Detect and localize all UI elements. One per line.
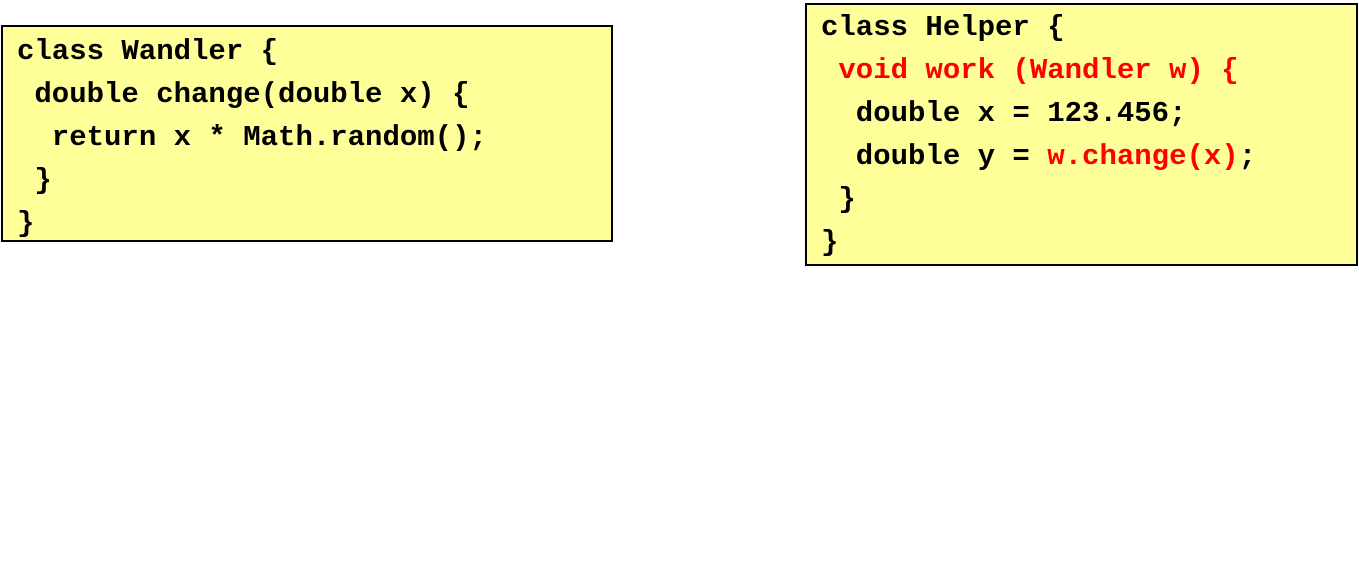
helper-class-declaration: class Helper {	[821, 11, 1065, 44]
helper-method-closing-brace: }	[821, 183, 856, 216]
wandler-class-closing-brace: }	[17, 207, 35, 240]
wandler-change-method-signature: double change(double x) {	[17, 78, 470, 111]
helper-change-call: w.change(x)	[1047, 140, 1239, 173]
helper-class-code-box: class Helper { void work (Wandler w) { d…	[805, 3, 1358, 266]
helper-class-closing-brace: }	[821, 226, 839, 259]
helper-x-declaration: double x = 123.456;	[821, 97, 1187, 130]
helper-y-declaration: double y = w.change(x);	[821, 135, 1356, 178]
helper-y-declaration-prefix: double y =	[821, 140, 1048, 173]
helper-y-declaration-suffix: ;	[1238, 140, 1257, 173]
wandler-return-statement: return x * Math.random();	[17, 121, 487, 154]
wandler-class-code-box: class Wandler { double change(double x) …	[1, 25, 613, 242]
helper-work-method-signature: void work (Wandler w) {	[821, 54, 1239, 87]
wandler-class-declaration: class Wandler {	[17, 35, 279, 68]
wandler-method-closing-brace: }	[17, 164, 52, 197]
